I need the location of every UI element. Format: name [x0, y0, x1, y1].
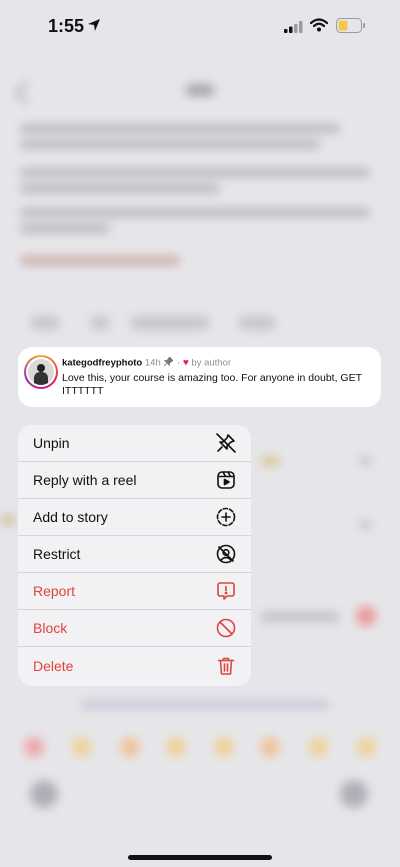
background-pill — [238, 316, 276, 330]
menu-item-label: Reply with a reel — [33, 472, 137, 488]
background-icon — [340, 780, 368, 808]
menu-item-report[interactable]: Report — [18, 573, 251, 610]
background-bar — [0, 515, 16, 525]
location-arrow-icon — [87, 18, 101, 37]
emoji-placeholder — [308, 737, 328, 757]
unpin-icon — [215, 432, 237, 454]
background-text-line — [20, 256, 180, 265]
emoji-placeholder — [166, 737, 186, 757]
home-indicator[interactable] — [128, 855, 272, 860]
restrict-icon — [215, 543, 237, 565]
background-bar — [360, 520, 372, 530]
background-bar — [260, 456, 280, 466]
status-bar: 1:55 — [0, 0, 400, 52]
add-story-icon — [215, 506, 237, 528]
comment-meta: kategodfreyphoto 14h · ♥ by author — [62, 356, 232, 369]
emoji-placeholder — [120, 737, 140, 757]
background-pill — [130, 316, 210, 330]
emoji-placeholder — [214, 737, 234, 757]
background-text-line — [20, 224, 110, 233]
pin-icon — [164, 356, 175, 369]
block-icon — [215, 617, 237, 639]
comment-context-menu: Unpin Reply with a reel Add to story Res… — [18, 425, 251, 686]
background-text-line — [20, 208, 370, 217]
background-pill — [90, 316, 110, 330]
menu-item-label: Restrict — [33, 546, 81, 562]
background-title — [186, 84, 214, 96]
wifi-icon — [309, 18, 329, 37]
background-dot — [356, 606, 376, 626]
menu-item-add-to-story[interactable]: Add to story — [18, 499, 251, 536]
comment-text: Love this, your course is amazing too. F… — [62, 372, 362, 397]
background-back-arrow — [14, 80, 39, 105]
menu-item-label: Unpin — [33, 435, 70, 451]
menu-item-label: Block — [33, 620, 68, 636]
menu-item-block[interactable]: Block — [18, 610, 251, 647]
avatar[interactable] — [24, 355, 58, 389]
trash-icon — [215, 655, 237, 677]
menu-item-unpin[interactable]: Unpin — [18, 425, 251, 462]
background-bar — [360, 456, 372, 466]
background-bar — [260, 612, 340, 622]
background-text-line — [20, 168, 370, 177]
menu-item-label: Delete — [33, 657, 74, 674]
comment-age: 14h — [144, 357, 161, 369]
menu-item-label: Report — [33, 583, 76, 599]
menu-item-restrict[interactable]: Restrict — [18, 536, 251, 573]
emoji-placeholder — [356, 737, 376, 757]
background-text-line — [20, 140, 320, 149]
background-text-line — [20, 184, 220, 193]
background-bar — [80, 700, 330, 710]
battery-icon — [336, 18, 366, 38]
background-text-line — [20, 124, 340, 133]
pinned-comment-card[interactable]: kategodfreyphoto 14h · ♥ by author Love … — [18, 347, 381, 407]
menu-item-label: Add to story — [33, 509, 108, 525]
report-icon — [215, 580, 237, 602]
meta-separator: · — [177, 357, 181, 369]
comment-username[interactable]: kategodfreyphoto — [62, 358, 142, 369]
background-pill — [30, 316, 60, 330]
emoji-placeholder — [260, 737, 280, 757]
heart-icon: ♥ — [182, 357, 189, 369]
background-avatar — [30, 780, 58, 808]
author-badge: by author — [191, 357, 232, 369]
emoji-placeholder — [24, 737, 44, 757]
emoji-placeholder — [72, 737, 92, 757]
status-time: 1:55 — [48, 16, 85, 36]
menu-item-delete[interactable]: Delete — [18, 647, 251, 684]
reel-icon — [215, 469, 237, 491]
menu-item-reply-with-reel[interactable]: Reply with a reel — [18, 462, 251, 499]
cellular-signal-icon — [284, 20, 304, 38]
